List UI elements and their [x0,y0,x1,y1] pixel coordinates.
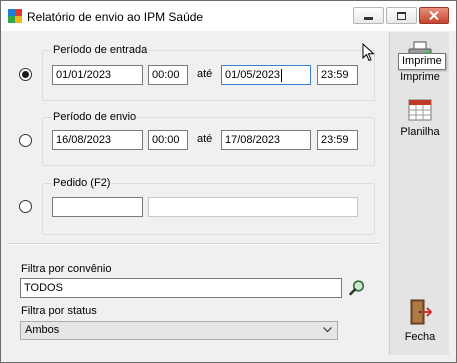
maximize-icon [397,11,406,20]
chevron-down-icon [323,327,332,333]
close-button[interactable] [419,7,449,24]
group-label-periodo-envio: Período de envio [52,111,138,123]
entrada-separator-label: até [197,68,213,80]
fecha-label: Fecha [404,331,436,343]
imprime-label: Imprime [400,71,440,83]
planilha-button[interactable]: Planilha [390,99,450,138]
exit-door-icon [410,299,433,325]
maximize-button[interactable] [386,7,417,24]
divider [8,243,380,245]
group-periodo-envio: Período de envio 16/08/2023 00:00 até 17… [42,111,375,166]
planilha-label: Planilha [400,126,440,138]
filtro-status-label: Filtra por status [21,305,97,317]
pedido-description-field [148,197,358,217]
envio-time-to-field[interactable]: 23:59 [317,130,358,150]
entrada-date-to-field[interactable]: 01/05/2023 [221,65,311,85]
envio-separator-label: até [197,133,213,145]
convenio-field[interactable]: TODOS [20,278,342,298]
fecha-button[interactable]: Fecha [390,298,450,343]
imprime-tooltip: Imprime [398,53,446,70]
mouse-pointer-icon [362,43,375,62]
radio-periodo-entrada[interactable] [19,68,32,81]
status-select[interactable]: Ambos [20,321,338,340]
radio-periodo-envio[interactable] [19,134,32,147]
pedido-number-field[interactable] [52,197,143,217]
filtro-convenio-label: Filtra por convênio [21,263,112,275]
side-toolbar: Imprime Planilha Fecha [389,32,449,355]
envio-date-from-field[interactable]: 16/08/2023 [52,130,143,150]
convenio-search-button[interactable] [346,277,368,299]
title-bar[interactable]: Relatório de envio ao IPM Saúde [1,1,456,31]
radio-pedido[interactable] [19,200,32,213]
envio-time-from-field[interactable]: 00:00 [148,130,188,150]
magnifier-icon [349,280,365,296]
app-icon [8,9,22,23]
entrada-date-from-field[interactable]: 01/01/2023 [52,65,143,85]
envio-date-to-field[interactable]: 17/08/2023 [221,130,311,150]
spreadsheet-icon [408,99,432,121]
dialog-body: Período de entrada 01/01/2023 00:00 até … [8,31,450,356]
group-periodo-entrada: Período de entrada 01/01/2023 00:00 até … [42,44,375,101]
status-select-value: Ambos [25,324,60,336]
group-label-periodo-entrada: Período de entrada [52,44,149,56]
window-title: Relatório de envio ao IPM Saúde [27,10,204,24]
report-window: Relatório de envio ao IPM Saúde Período … [0,0,457,363]
group-pedido: Pedido (F2) [42,177,375,235]
close-icon [429,11,439,20]
entrada-date-to-value: 01/05/2023 [225,69,281,81]
minimize-button[interactable] [353,7,384,24]
group-label-pedido: Pedido (F2) [52,177,112,189]
entrada-time-to-field[interactable]: 23:59 [317,65,358,85]
text-caret [281,68,283,82]
entrada-time-from-field[interactable]: 00:00 [148,65,188,85]
minimize-icon [364,17,373,20]
